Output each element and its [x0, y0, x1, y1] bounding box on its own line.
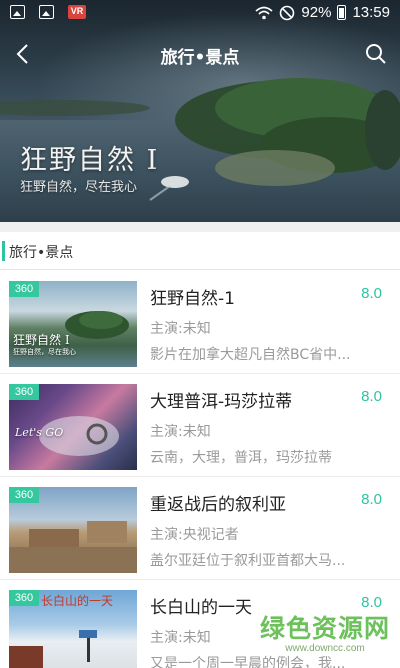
360-badge: 360: [9, 281, 39, 297]
item-title: 狂野自然-1: [150, 289, 235, 309]
item-title: 长白山的一天: [150, 598, 252, 618]
thumbnail-caption: Let's GO: [15, 426, 64, 439]
hero-title: 狂野自然 I: [20, 145, 160, 176]
item-score: 8.0: [361, 491, 382, 508]
thumbnail-image: 360 狂野自然 I 狂野自然，尽在我心: [9, 281, 137, 367]
thumbnail-image: 360 长白山的一天: [9, 590, 137, 668]
thumbnail-caption: 长白山的一天: [41, 594, 114, 608]
search-icon[interactable]: [364, 42, 388, 66]
battery-icon: [337, 5, 347, 20]
item-cast: 主演:未知: [150, 630, 211, 646]
list-item[interactable]: 360 重返战后的叙利亚 8.0 主演:央视记者 盖尔亚廷位于叙利亚首都大马..…: [0, 477, 400, 580]
thumbnail-image: 360 Let's GO: [9, 384, 137, 470]
item-title: 大理普洱-玛莎拉蒂: [150, 392, 293, 412]
item-description: 影片在加拿大超凡自然BC省中...: [150, 347, 351, 363]
thumbnail-caption: 狂野自然 I: [13, 333, 70, 347]
nav-bar: 旅行•景点: [0, 34, 400, 74]
image-icon: [39, 5, 54, 19]
status-bar: VR 92% 13:59: [0, 0, 400, 26]
item-score: 8.0: [361, 388, 382, 405]
list-item[interactable]: 360 Let's GO 大理普洱-玛莎拉蒂 8.0 主演:未知 云南，大理，普…: [0, 374, 400, 477]
wifi-icon: [255, 6, 274, 19]
thumbnail-image: 360: [9, 487, 137, 573]
watermark: 绿色资源网 www.downcc.com: [260, 609, 390, 654]
item-description: 又是一个周一早晨的例会，我...: [150, 656, 346, 668]
item-cast: 主演:央视记者: [150, 527, 239, 543]
section-accent-bar: [2, 241, 5, 261]
page-title: 旅行•景点: [160, 48, 240, 68]
360-badge: 360: [9, 384, 39, 400]
item-description: 云南，大理，普洱，玛莎拉蒂: [150, 450, 332, 466]
item-title: 重返战后的叙利亚: [150, 495, 286, 515]
gallery-icon: [10, 5, 25, 19]
360-badge: 360: [9, 590, 39, 606]
item-cast: 主演:未知: [150, 424, 211, 440]
thumbnail-subcaption: 狂野自然，尽在我心: [13, 348, 76, 356]
item-score: 8.0: [361, 285, 382, 302]
hero-subtitle: 狂野自然，尽在我心: [20, 180, 138, 195]
360-badge: 360: [9, 487, 39, 503]
hero-banner[interactable]: VR 92% 13:59 旅行•景点 狂野自然 I 狂野自然，尽在我心: [0, 0, 400, 222]
item-description: 盖尔亚廷位于叙利亚首都大马...: [150, 553, 346, 569]
section-header: 旅行•景点: [0, 232, 400, 270]
section-title: 旅行•景点: [9, 245, 74, 261]
item-cast: 主演:未知: [150, 321, 211, 337]
clock: 13:59: [352, 4, 390, 21]
divider-gap: [0, 222, 400, 232]
list-item[interactable]: 360 狂野自然 I 狂野自然，尽在我心 狂野自然-1 8.0 主演:未知 影片…: [0, 271, 400, 374]
battery-percent: 92%: [301, 4, 332, 21]
watermark-text: 绿色资源网: [259, 614, 390, 643]
vr-icon: VR: [68, 5, 86, 19]
do-not-disturb-icon: [280, 5, 295, 20]
